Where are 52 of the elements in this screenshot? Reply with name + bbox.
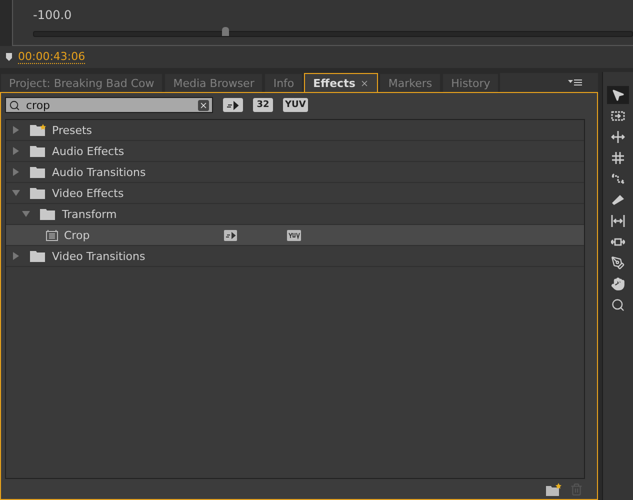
accelerated-filter-button[interactable]	[223, 98, 243, 112]
filter-button[interactable]: 32	[253, 98, 273, 112]
slide-icon	[611, 236, 625, 248]
folder-icon	[30, 250, 46, 262]
tree-row[interactable]: Audio Effects	[6, 141, 584, 162]
folder-icon	[30, 166, 46, 178]
track-select-icon	[611, 110, 625, 122]
effect-icon	[46, 230, 58, 240]
tree-item-label: Audio Transitions	[52, 166, 146, 178]
tree-row[interactable]: Video Effects	[6, 183, 584, 204]
expand-arrow-icon[interactable]	[12, 126, 20, 134]
search-input[interactable]: crop	[26, 98, 192, 112]
slider-thumb[interactable]	[222, 27, 230, 36]
preset-folder-icon	[30, 124, 46, 136]
tree-item-label: Video Transitions	[52, 250, 146, 262]
folder-icon	[30, 145, 46, 157]
rolling-edit-icon	[611, 152, 625, 164]
value-readout: -100.0	[33, 8, 73, 22]
folder-icon	[40, 208, 56, 220]
search-field[interactable]: crop	[5, 97, 213, 113]
collapse-arrow-icon[interactable]	[12, 189, 20, 197]
expand-arrow-icon[interactable]	[12, 147, 20, 155]
ripple-edit-icon	[611, 131, 625, 143]
search-icon	[9, 100, 20, 110]
tree-row[interactable]: Presets	[6, 120, 584, 141]
slip-icon	[611, 215, 625, 227]
tree-item-label: Crop	[64, 228, 91, 242]
tree-item-label: Video Effects	[52, 186, 124, 200]
tree-item-label: Presets	[52, 124, 92, 136]
expand-arrow-icon[interactable]	[12, 168, 20, 176]
collapse-arrow-icon[interactable]	[22, 210, 30, 218]
close-icon[interactable]	[360, 78, 370, 88]
panel-menu-icon[interactable]	[568, 78, 582, 86]
expand-arrow-icon[interactable]	[12, 252, 20, 260]
tree-row[interactable]: Video Transitions	[6, 246, 584, 267]
new-folder-icon[interactable]	[546, 482, 562, 496]
zoom-icon	[611, 298, 625, 312]
filter-button[interactable]: YUV	[283, 98, 308, 112]
tree-row[interactable]: Audio Transitions	[6, 162, 584, 183]
rate-stretch-icon	[611, 173, 625, 185]
folder-icon	[30, 187, 46, 199]
panel-tab[interactable]: Effects	[304, 73, 378, 92]
marker-icon	[6, 53, 12, 61]
hand-icon	[611, 277, 625, 291]
tool-button[interactable]	[607, 86, 629, 104]
tree-item-label: Transform	[62, 208, 117, 220]
clear-icon[interactable]	[198, 100, 209, 110]
pointer-icon	[611, 88, 625, 102]
pen-icon	[611, 256, 625, 270]
timecode[interactable]: 00:00:43:06	[18, 50, 86, 64]
effect-row[interactable]: Crop	[6, 225, 584, 246]
tree-item-label: Audio Effects	[52, 144, 124, 158]
